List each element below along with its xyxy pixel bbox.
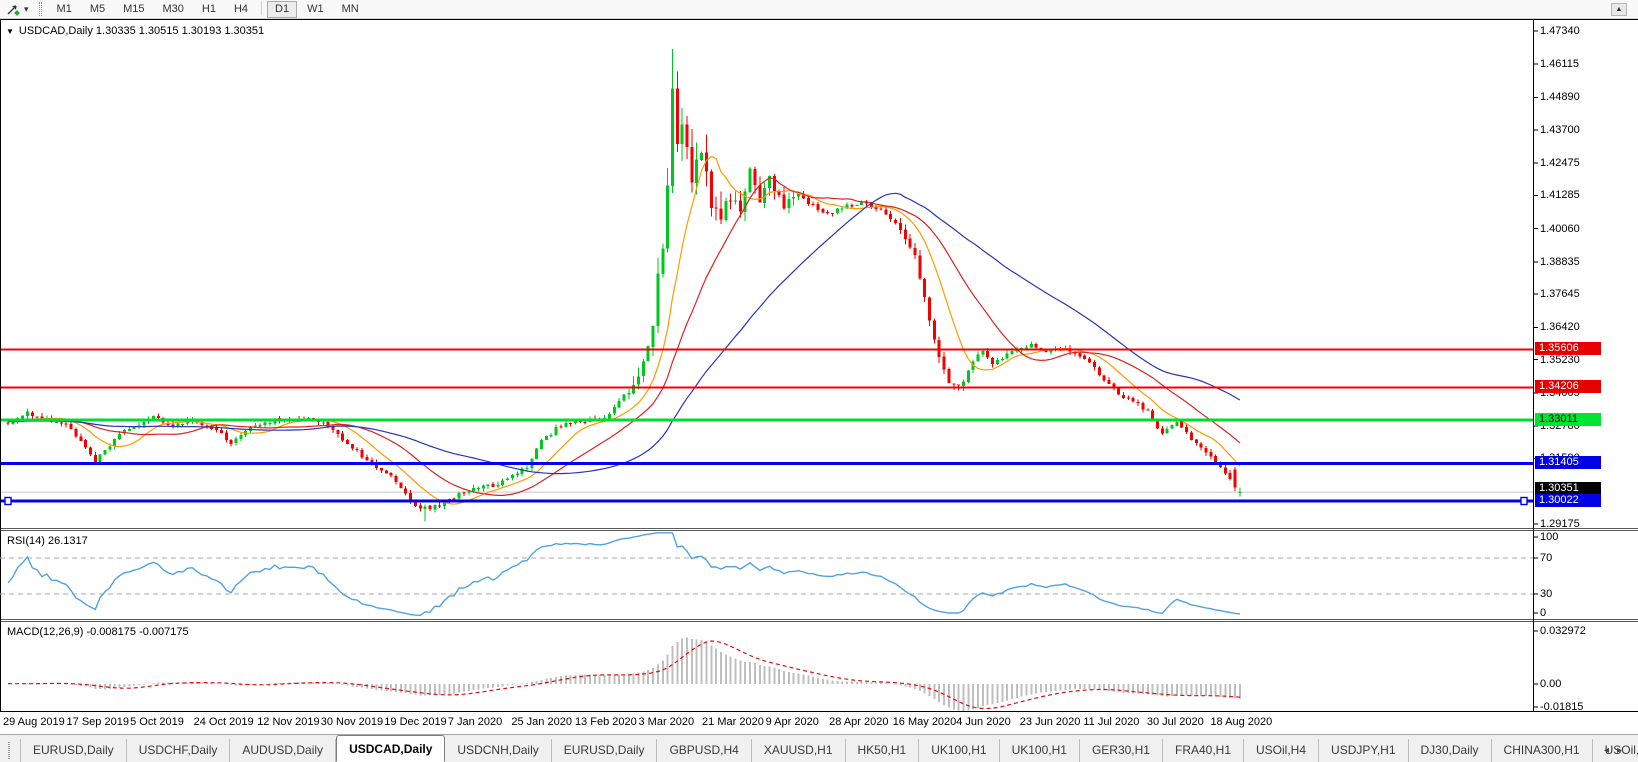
tab-scroll-right-icon[interactable]: ▸ xyxy=(1617,745,1630,756)
tab-scroll-buttons: ◂▸ xyxy=(1604,745,1630,756)
timeframe-button-m5[interactable]: M5 xyxy=(82,1,113,18)
tab-row: EURUSD,Daily USDCHF,Daily AUDUSD,Daily USDC… xyxy=(20,735,1638,762)
bottom-tab-audusd-daily[interactable]: AUDUSD,Daily xyxy=(230,739,337,762)
bottom-tab-gbpusd-h4[interactable]: GBPUSD,H4 xyxy=(657,739,752,762)
timeframe-button-w1[interactable]: W1 xyxy=(299,1,332,18)
bottom-tab-usoil-h4[interactable]: USOil,H4 xyxy=(1244,739,1320,762)
timeframe-button-m15[interactable]: M15 xyxy=(115,1,152,18)
tabbar-grip[interactable] xyxy=(8,742,10,759)
bottom-tab-usdcnh-daily[interactable]: USDCNH,Daily xyxy=(445,739,552,762)
bottom-tab-ger30-h1[interactable]: GER30,H1 xyxy=(1080,739,1163,762)
bottom-tab-hk50-h1[interactable]: HK50,H1 xyxy=(846,739,920,762)
mt4-window: ▾ M1 M5 M15 M30 H1 H4 D1 W1 MN ▲ ▼ USDCAD,Daily 1… xyxy=(0,0,1638,762)
price-chart-canvas[interactable] xyxy=(0,0,1638,762)
bottom-tab-uk100-h1[interactable]: UK100,H1 xyxy=(1000,739,1080,762)
timeframe-button-m30[interactable]: M30 xyxy=(155,1,192,18)
bottom-tab-eurusd-daily[interactable]: EURUSD,Daily xyxy=(20,739,127,762)
timeframe-button-m1[interactable]: M1 xyxy=(49,1,80,18)
bottom-tab-xauusd-h1[interactable]: XAUUSD,H1 xyxy=(752,739,846,762)
toolbar: ▾ M1 M5 M15 M30 H1 H4 D1 W1 MN xyxy=(0,0,1638,19)
bottom-tab-usdjpy-h1[interactable]: USDJPY,H1 xyxy=(1319,739,1409,762)
chart-collapse-button[interactable]: ▲ xyxy=(1611,3,1627,16)
bottom-tab-fra40-h1[interactable]: FRA40,H1 xyxy=(1163,739,1245,762)
toolbar-separator xyxy=(261,0,263,15)
hline-drag-handle[interactable] xyxy=(4,496,12,506)
tab-scroll-left-icon[interactable]: ◂ xyxy=(1604,745,1617,756)
toolbar-grip[interactable] xyxy=(38,2,42,16)
timeframe-button-group: M1 M5 M15 M30 H1 H4 D1 W1 MN xyxy=(48,0,368,18)
crosshair-tool-icon[interactable] xyxy=(3,2,23,17)
bottom-tab-dj30-daily[interactable]: DJ30,Daily xyxy=(1409,739,1492,762)
timeframe-button-mn[interactable]: MN xyxy=(334,1,367,18)
timeframe-button-h4[interactable]: H4 xyxy=(226,1,256,18)
bottom-tab-eurusd-daily[interactable]: EURUSD,Daily xyxy=(552,739,658,762)
chart-tab-bar: EURUSD,Daily USDCHF,Daily AUDUSD,Daily USDC… xyxy=(0,734,1638,762)
hline-drag-handle[interactable] xyxy=(1520,496,1528,506)
bottom-tab-usdchf-daily[interactable]: USDCHF,Daily xyxy=(127,739,231,762)
tool-dropdown-icon[interactable]: ▾ xyxy=(24,4,29,15)
timeframe-button-d1[interactable]: D1 xyxy=(267,0,298,18)
bottom-tab-usdcad-daily[interactable]: USDCAD,Daily xyxy=(336,735,446,762)
bottom-tab-uk100-h1[interactable]: UK100,H1 xyxy=(919,739,1000,762)
bottom-tab-china300-h1[interactable]: CHINA300,H1 xyxy=(1492,739,1593,762)
timeframe-button-h1[interactable]: H1 xyxy=(194,1,224,18)
